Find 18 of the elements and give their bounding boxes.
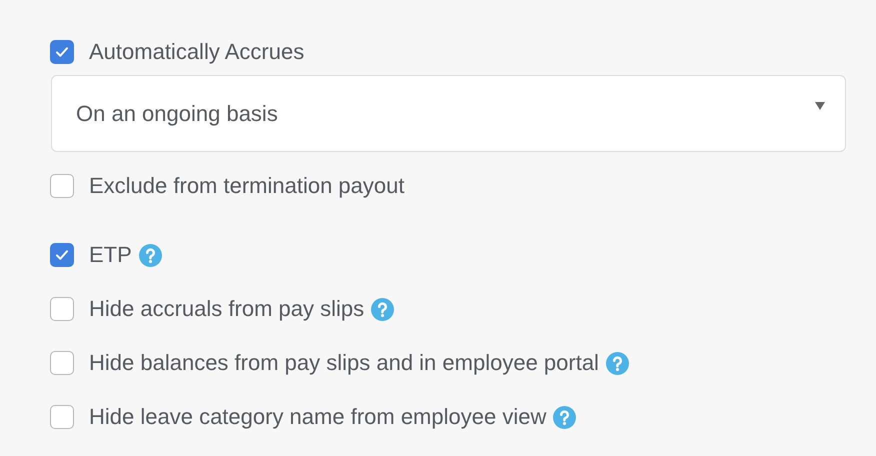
checkbox-label: Hide balances from pay slips and in employee portal bbox=[89, 350, 599, 376]
caret-icon bbox=[815, 102, 825, 110]
help-icon[interactable] bbox=[606, 352, 629, 374]
checkbox[interactable] bbox=[50, 297, 74, 321]
checkbox-label: Automatically Accrues bbox=[89, 39, 304, 65]
checkbox[interactable] bbox=[50, 351, 74, 375]
dropdown-select[interactable]: On an ongoing basis bbox=[51, 75, 846, 152]
checkbox[interactable] bbox=[50, 405, 74, 429]
help-icon[interactable] bbox=[138, 244, 162, 266]
checkbox[interactable] bbox=[50, 40, 74, 64]
checkbox-label: ETP bbox=[89, 242, 132, 268]
checkbox-label: Hide leave category name from employee view bbox=[89, 404, 546, 430]
checkbox-label: Exclude from termination payout bbox=[89, 173, 404, 199]
help-icon[interactable] bbox=[553, 406, 576, 428]
checkbox[interactable] bbox=[50, 174, 74, 198]
help-icon[interactable] bbox=[371, 298, 394, 320]
checkbox-label: Hide accruals from pay slips bbox=[89, 296, 364, 322]
checkbox[interactable] bbox=[50, 243, 74, 267]
